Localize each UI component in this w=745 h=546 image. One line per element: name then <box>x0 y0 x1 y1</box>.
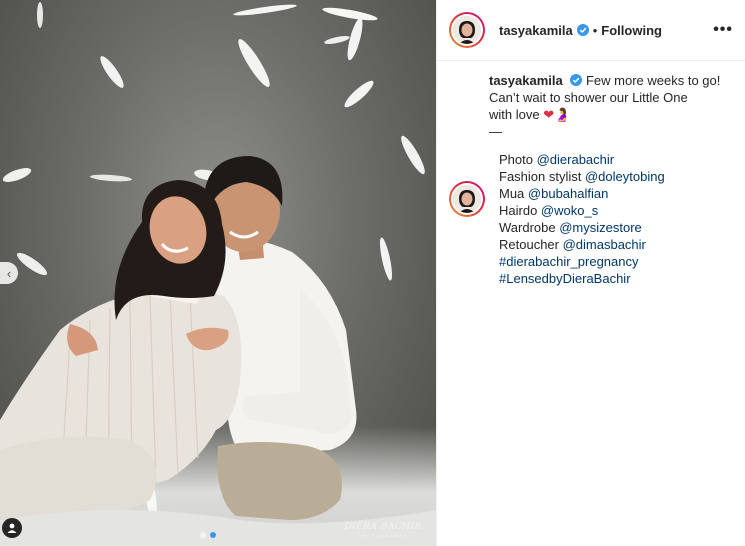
credit-label: Mua <box>499 186 528 201</box>
hashtag-link: #LensedbyDieraBachir <box>499 270 739 287</box>
credit-label: Wardrobe <box>499 220 560 235</box>
person-tag-icon[interactable] <box>2 518 22 538</box>
heart-emoji: ❤ <box>543 107 555 122</box>
comment-avatar[interactable] <box>449 181 485 217</box>
hashtag-link: #dierabachir_pregnancy <box>499 253 739 270</box>
hashtag-link[interactable]: #dierabachir_pregnancy <box>499 254 638 269</box>
verified-badge-icon <box>570 74 583 86</box>
credit-label: Photo <box>499 152 537 167</box>
credit-retoucher: Retoucher @dimasbachir <box>499 236 739 253</box>
caption-line-1: Few more weeks to go! <box>585 73 721 88</box>
mention-link[interactable]: @woko_s <box>541 203 598 218</box>
couple-illustration <box>0 156 436 546</box>
verified-badge-icon <box>576 24 589 36</box>
credit-fashion-stylist: Fashion stylist @doleytobing <box>499 168 739 185</box>
credit-label: Fashion stylist <box>499 169 585 184</box>
mention-link[interactable]: @mysizestore <box>559 220 642 235</box>
mention-link[interactable]: @dierabachir <box>537 152 615 167</box>
carousel-dot-active <box>210 532 216 538</box>
mention-link[interactable]: @dimasbachir <box>563 237 646 252</box>
instagram-post: ‹ DIERA BACHIR PHOTOGRAPHY tasyakamila •… <box>0 0 745 546</box>
post-caption: tasyakamila Few more weeks to go! Can’t … <box>449 72 739 140</box>
header-separator: • <box>592 22 598 38</box>
credit-photo: Photo @dierabachir <box>499 151 739 168</box>
mention-link[interactable]: @bubahalfian <box>528 186 608 201</box>
header-username[interactable]: tasyakamila <box>499 23 573 38</box>
caption-username[interactable]: tasyakamila <box>489 73 563 88</box>
hashtag-link[interactable]: #LensedbyDieraBachir <box>499 271 631 286</box>
pregnant-emoji: 🤰 <box>554 107 571 122</box>
credit-label: Hairdo <box>499 203 541 218</box>
caption-line-2: Can’t wait to shower our Little One <box>489 90 688 105</box>
post-header: tasyakamila • Following ••• <box>437 0 745 61</box>
credit-hairdo: Hairdo @woko_s <box>499 202 739 219</box>
carousel-indicator <box>200 532 216 538</box>
post-sidebar: tasyakamila • Following ••• tasyakamila … <box>436 0 745 546</box>
watermark-main-text: DIERA BACHIR <box>344 522 422 532</box>
credit-label: Retoucher <box>499 237 563 252</box>
avatar[interactable] <box>449 12 485 48</box>
mention-link[interactable]: @doleytobing <box>585 169 665 184</box>
caption-line-3: with love <box>489 107 540 122</box>
following-button[interactable]: Following <box>601 23 662 38</box>
more-options-icon[interactable]: ••• <box>713 21 733 39</box>
photographer-watermark: DIERA BACHIR PHOTOGRAPHY <box>344 522 422 538</box>
credits-list: Photo @dierabachir Fashion stylist @dole… <box>499 151 739 287</box>
credit-mua: Mua @bubahalfian <box>499 185 739 202</box>
chevron-left-icon: ‹ <box>6 265 12 281</box>
post-photo[interactable]: ‹ DIERA BACHIR PHOTOGRAPHY <box>0 0 436 546</box>
caption-divider: — <box>489 124 502 139</box>
carousel-dot <box>200 532 206 538</box>
credit-wardrobe: Wardrobe @mysizestore <box>499 219 739 236</box>
watermark-sub-text: PHOTOGRAPHY <box>358 533 409 538</box>
